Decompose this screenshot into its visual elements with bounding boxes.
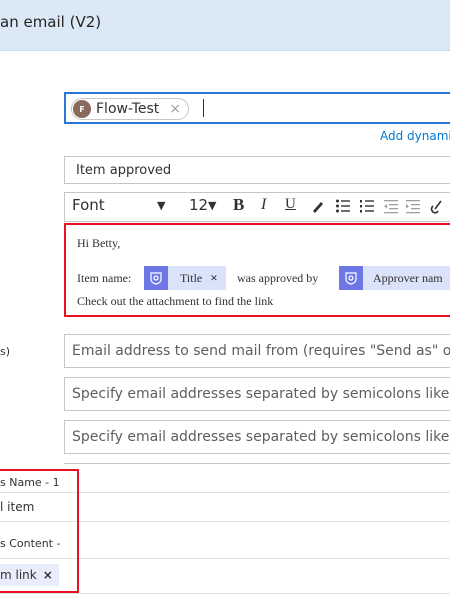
bcc-input[interactable]: Specify email addresses separated by sem… <box>64 420 450 454</box>
title-token[interactable]: Title × <box>144 266 226 290</box>
increase-indent-icon[interactable] <box>405 198 421 214</box>
from-label: s) <box>0 345 11 358</box>
bullet-list-icon[interactable] <box>335 198 351 214</box>
rich-text-toolbar: Font ▼ 12 ▼ B I U <box>64 192 450 222</box>
sharepoint-icon <box>144 266 168 290</box>
body-item-name-label: Item name: <box>77 271 132 285</box>
to-field[interactable]: F Flow-Test × <box>64 92 450 124</box>
italic-button[interactable]: I <box>261 196 266 214</box>
action-title: an email (V2) <box>0 13 102 31</box>
numbered-list-icon[interactable] <box>359 198 375 214</box>
from-input[interactable]: Email address to send mail from (require… <box>64 334 450 368</box>
cc-input[interactable]: Specify email addresses separated by sem… <box>64 377 450 411</box>
sharepoint-icon <box>339 266 363 290</box>
text-cursor <box>203 99 204 117</box>
size-chevron-down-icon[interactable]: ▼ <box>208 199 216 212</box>
body-greeting: Hi Betty, <box>77 236 121 250</box>
body-approved-by: was approved by <box>237 271 319 285</box>
attachment-row-divider <box>0 593 450 594</box>
approver-token[interactable]: Approver nam <box>339 266 450 290</box>
approver-token-label: Approver nam <box>373 270 443 285</box>
body-closing: Check out the attachment to find the lin… <box>77 294 274 308</box>
add-dynamic-content-link[interactable]: Add dynami <box>380 129 450 143</box>
decrease-indent-icon[interactable] <box>383 198 399 214</box>
title-token-remove-icon[interactable]: × <box>210 270 217 286</box>
font-size-select[interactable]: 12 <box>189 196 208 214</box>
section-divider <box>64 463 450 464</box>
card-header: an email (V2) <box>0 0 450 51</box>
recipient-chip[interactable]: F Flow-Test × <box>71 98 190 120</box>
recipient-chip-label: Flow-Test <box>96 101 160 117</box>
title-token-label: Title <box>180 270 203 285</box>
email-body-editor[interactable]: Hi Betty, Item name: Title × was approve… <box>64 223 450 317</box>
link-icon[interactable] <box>429 197 445 215</box>
attachment-highlight <box>0 469 79 593</box>
font-family-select[interactable]: Font <box>72 196 105 214</box>
avatar: F <box>73 100 91 118</box>
subject-input[interactable]: Item approved <box>64 156 450 184</box>
chip-remove-icon[interactable]: × <box>169 101 181 117</box>
bold-button[interactable]: B <box>233 195 244 215</box>
pen-color-icon[interactable] <box>310 198 326 214</box>
underline-button[interactable]: U <box>285 196 296 213</box>
font-chevron-down-icon[interactable]: ▼ <box>157 199 165 212</box>
